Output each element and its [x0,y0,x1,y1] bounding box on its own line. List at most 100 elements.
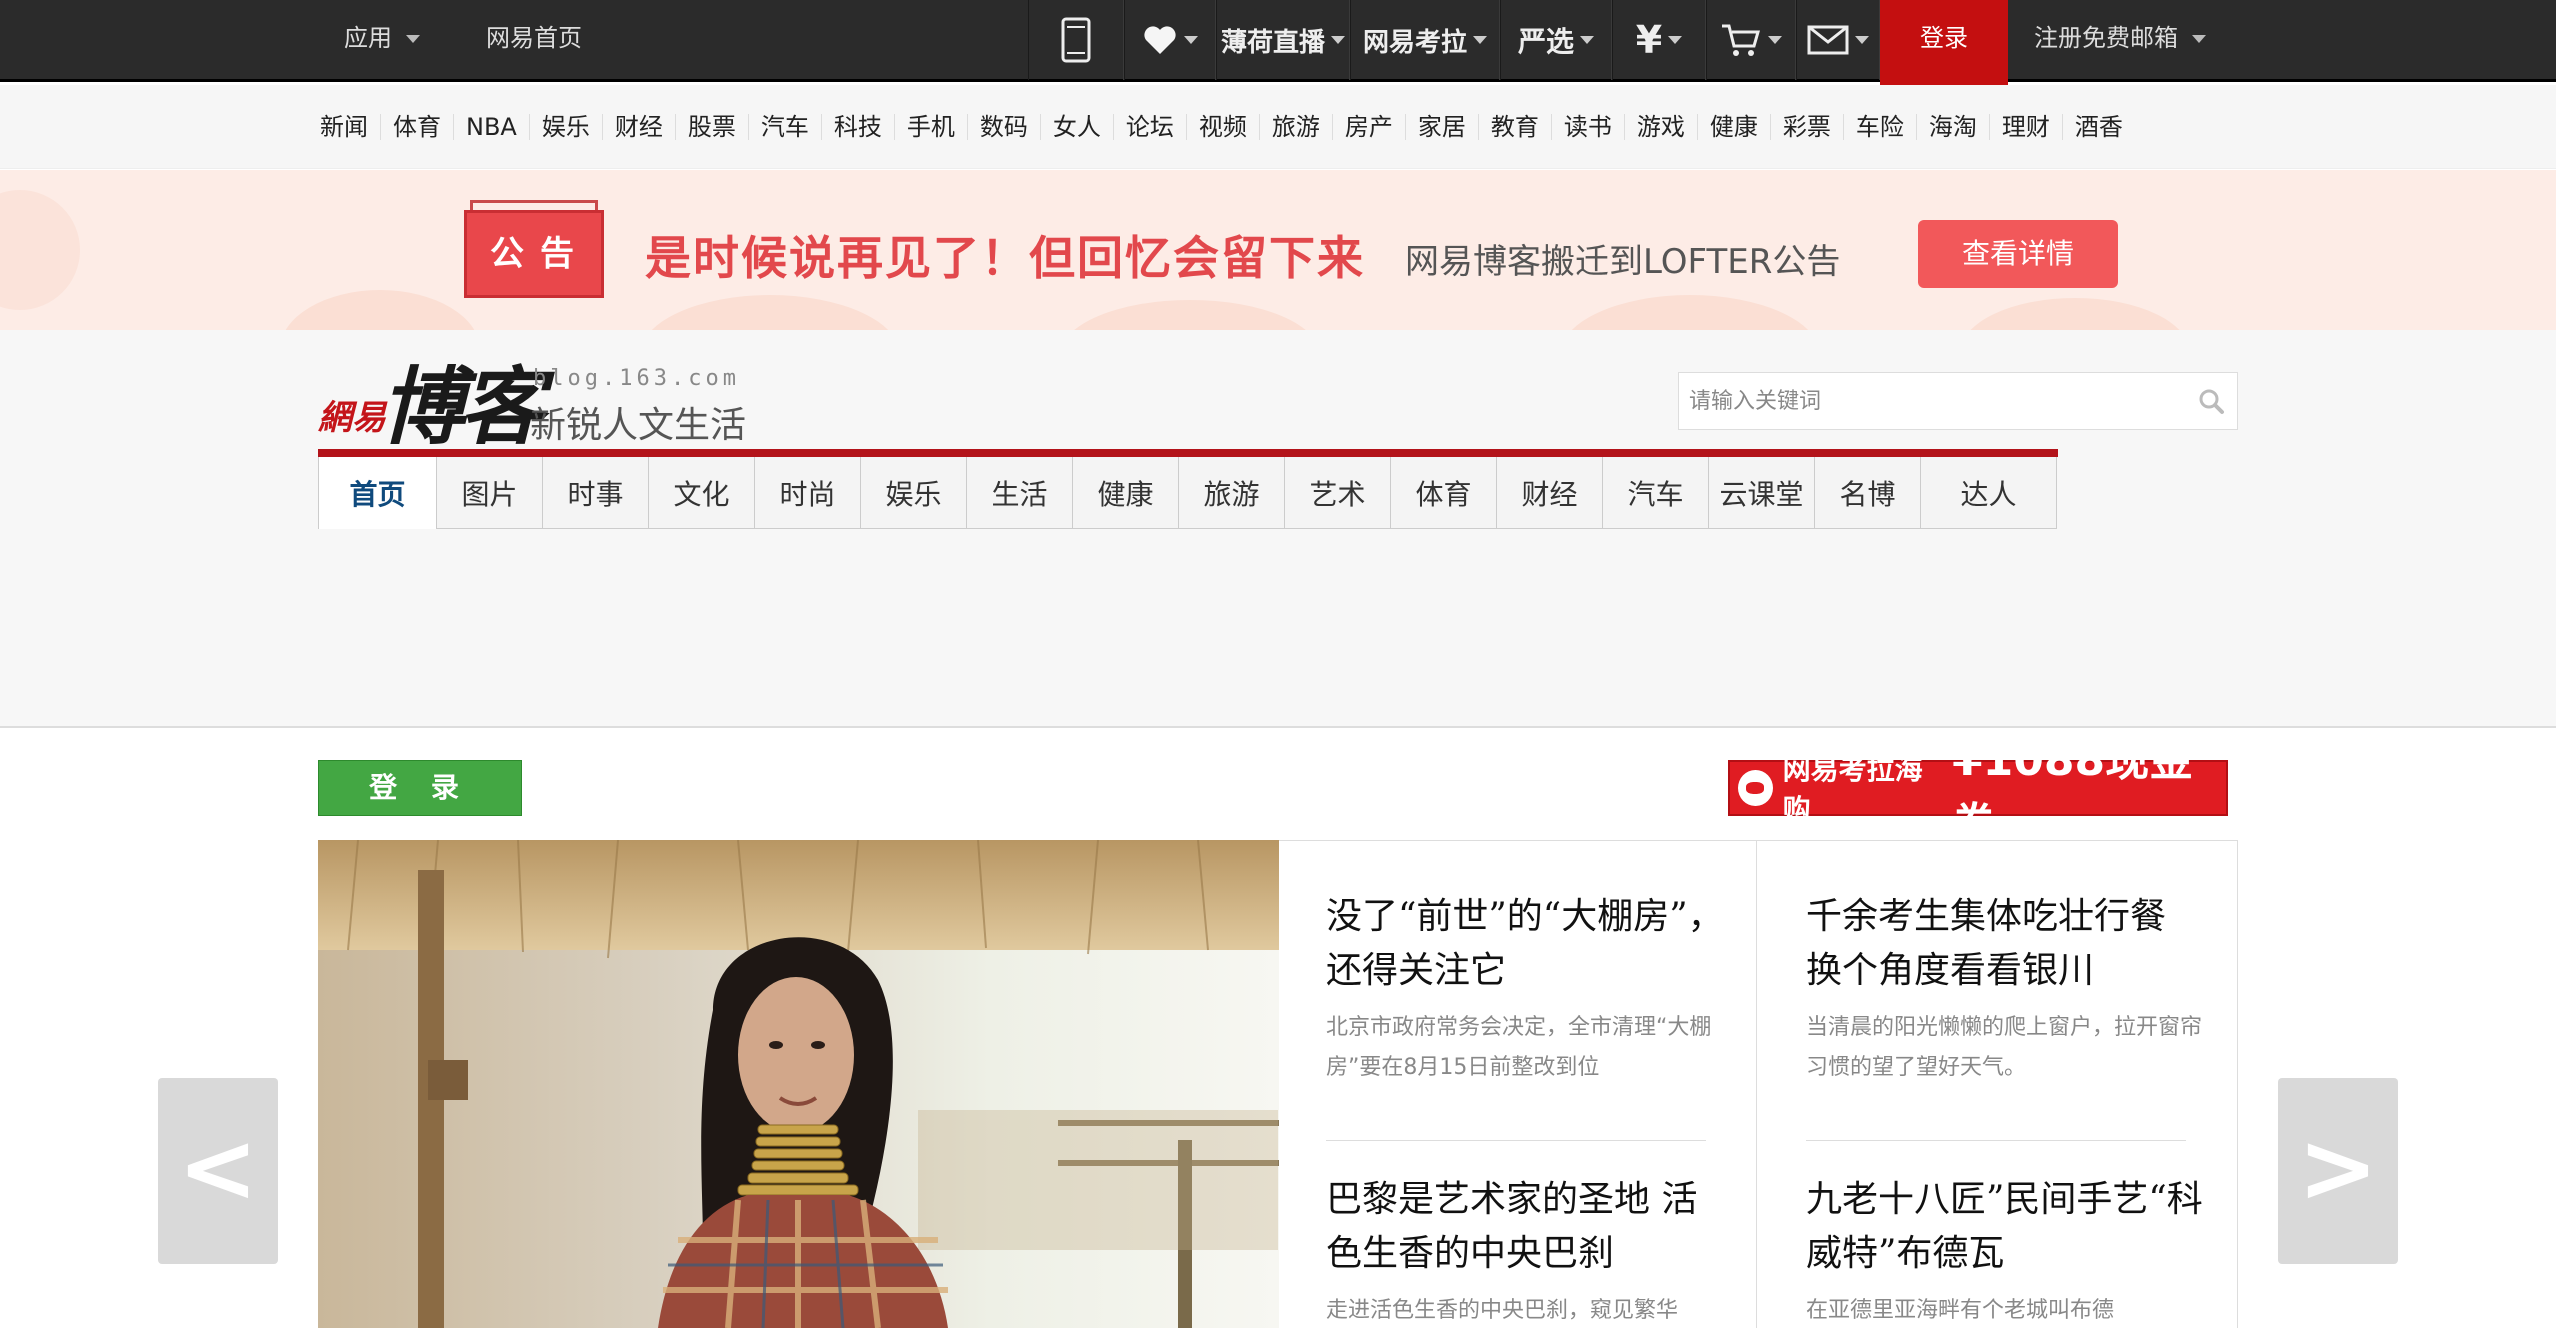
channel-link[interactable]: 女人 [1041,114,1114,140]
channel-link[interactable]: 家居 [1406,114,1479,140]
decor-bubble [0,190,80,310]
blog-logo[interactable]: 博客 [380,340,544,461]
chevron-down-icon [1473,36,1487,44]
nav-tab[interactable]: 旅游 [1179,457,1285,529]
channel-link[interactable]: 新闻 [318,114,381,140]
blog-url: blog.163.com [533,366,740,391]
yanxuan-label: 严选 [1517,25,1574,58]
channel-link[interactable]: 财经 [603,114,676,140]
search-icon[interactable] [2197,387,2225,415]
netease-home-link[interactable]: 网易首页 [486,0,582,80]
mail-glyph [1807,25,1849,55]
kaola-ad-banner[interactable]: 网易考拉海购 ¥1088现金券 [1728,735,2228,850]
cart-icon[interactable] [1706,0,1796,80]
view-details-button[interactable]: 查看详情 [1918,220,2118,288]
apps-menu[interactable]: 应用 [344,0,420,80]
heart-icon[interactable] [1124,0,1216,80]
search-input[interactable] [1679,373,2169,429]
notice-badge: 公告 [464,210,604,298]
nav-tab[interactable]: 体育 [1391,457,1497,529]
kaola-link[interactable]: 网易考拉 [1350,0,1500,80]
article-title[interactable]: 巴黎是艺术家的圣地 活色生香的中央巴刹 [1326,1173,1726,1281]
channel-link[interactable]: 体育 [381,114,454,140]
channel-link[interactable]: 旅游 [1260,114,1333,140]
chevron-down-icon [1331,36,1345,44]
channel-link[interactable]: 车险 [1844,114,1917,140]
channel-link[interactable]: 科技 [822,114,895,140]
kaola-ad-offer: ¥1088现金券 [1952,735,2194,850]
kaola-label: 网易考拉 [1362,27,1467,58]
nav-tab[interactable]: 财经 [1497,457,1603,529]
carousel-prev-button[interactable]: < [158,1078,278,1264]
nav-tab[interactable]: 汽车 [1603,457,1709,529]
carousel-next-button[interactable]: > [2278,1078,2398,1264]
channel-link[interactable]: 酒香 [2063,114,2135,140]
chevron-down-icon [2192,35,2206,43]
decor-bubble [1560,295,1820,330]
channel-link[interactable]: 汽车 [749,114,822,140]
netease-logo[interactable]: 網易 [318,390,386,439]
notice-subline: 网易博客搬迁到LOFTER公告 [1405,242,1841,282]
nav-tab[interactable]: 名博 [1815,457,1921,529]
decor-bubble [640,295,900,330]
channel-link[interactable]: 视频 [1187,114,1260,140]
top-bar: 应用 网易首页 薄荷直播 网易考拉 严选 ¥ 登录 注册免费邮箱 [0,0,2556,92]
blog-login-button[interactable]: 登 录 [318,760,522,816]
channel-link[interactable]: 娱乐 [530,114,603,140]
register-mail-link[interactable]: 注册免费邮箱 [2034,0,2206,80]
nav-accent-line [318,449,2058,457]
nav-tab[interactable]: 时事 [543,457,649,529]
channel-link[interactable]: 读书 [1552,114,1625,140]
channel-link[interactable]: 健康 [1698,114,1771,140]
channel-link[interactable]: 彩票 [1771,114,1844,140]
yuan-icon[interactable]: ¥ [1612,0,1706,80]
chevron-down-icon [1184,36,1198,44]
heart-glyph [1144,26,1176,54]
chevron-down-icon [1768,36,1782,44]
article-card[interactable]: 没了“前世”的“大棚房”，还得关注它 北京市政府常务会决定，全市清理“大棚房”要… [1326,890,1726,1088]
featured-photo-illustration [318,840,1279,1328]
divider [1806,1140,2186,1141]
article-card[interactable]: 九老十八匠”民间手艺“科威特”布德瓦 在亚德里亚海畔有个老城叫布德 [1806,1173,2206,1328]
nav-tab[interactable]: 娱乐 [861,457,967,529]
kaola-logo-icon [1738,770,1773,806]
nav-tab[interactable]: 时尚 [755,457,861,529]
mail-icon[interactable] [1796,0,1880,80]
article-card[interactable]: 巴黎是艺术家的圣地 活色生香的中央巴刹 走进活色生香的中央巴刹，窥见繁华 [1326,1173,1726,1328]
article-title[interactable]: 千余考生集体吃壮行餐 换个角度看看银川 [1806,890,2206,998]
nav-tab[interactable]: 达人 [1921,457,2057,529]
article-title[interactable]: 没了“前世”的“大棚房”，还得关注它 [1326,890,1726,998]
divider [1326,1140,1706,1141]
nav-tab[interactable]: 艺术 [1285,457,1391,529]
channel-link[interactable]: 数码 [968,114,1041,140]
article-title[interactable]: 九老十八匠”民间手艺“科威特”布德瓦 [1806,1173,2206,1281]
yanxuan-link[interactable]: 严选 [1500,0,1612,80]
channel-link[interactable]: NBA [454,114,530,140]
channel-link[interactable]: 海淘 [1917,114,1990,140]
nav-tab[interactable]: 云课堂 [1709,457,1815,529]
kaola-ad-brand: 网易考拉海购 [1782,753,1923,826]
chevron-down-icon [1668,36,1683,44]
channel-link[interactable]: 游戏 [1625,114,1698,140]
register-label: 注册免费邮箱 [2034,24,2178,52]
channel-link[interactable]: 手机 [895,114,968,140]
channel-link[interactable]: 股票 [676,114,749,140]
nav-tab[interactable]: 首页 [319,457,437,529]
search-box [1678,372,2238,430]
nav-tab[interactable]: 生活 [967,457,1073,529]
channel-link[interactable]: 教育 [1479,114,1552,140]
featured-photo[interactable] [318,840,1279,1328]
top-login-button[interactable]: 登录 [1880,0,2008,92]
article-summary: 走进活色生香的中央巴刹，窥见繁华 [1326,1298,1679,1323]
mobile-icon[interactable] [1028,0,1124,80]
nav-tab[interactable]: 健康 [1073,457,1179,529]
live-link[interactable]: 薄荷直播 [1216,0,1350,80]
channel-link[interactable]: 理财 [1990,114,2063,140]
nav-tab[interactable]: 文化 [649,457,755,529]
nav-tab[interactable]: 图片 [437,457,543,529]
channel-link[interactable]: 房产 [1333,114,1406,140]
channel-link[interactable]: 论坛 [1114,114,1187,140]
chevron-down-icon [1580,36,1594,44]
article-card[interactable]: 千余考生集体吃壮行餐 换个角度看看银川 当清晨的阳光懒懒的爬上窗户，拉开窗帘习惯… [1806,890,2206,1088]
column-divider [1756,840,1757,1328]
